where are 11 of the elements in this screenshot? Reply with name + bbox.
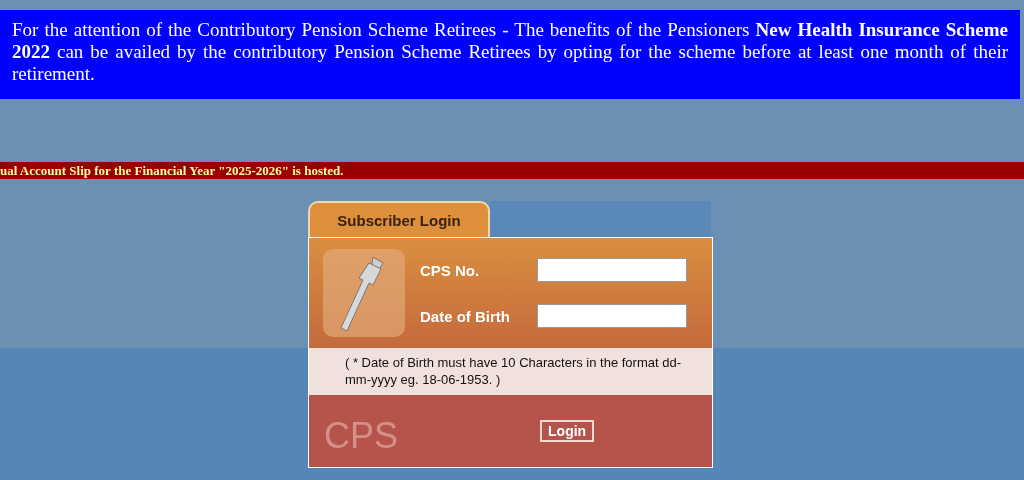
login-button[interactable]: Login	[540, 420, 595, 442]
key-icon	[323, 249, 405, 337]
field-label: Date of Birth	[420, 307, 511, 325]
hint-text: ( * Date of Birth must have 10 Characters in the format dd-mm-yyyy eg. 18-06-1953. )	[309, 348, 712, 395]
field-label: CPS No.	[420, 261, 481, 279]
login-tab[interactable]: Subscriber Login	[308, 201, 490, 237]
watermark-text: CPS	[324, 415, 399, 457]
ticker-text: ual Account Slip for the Financial Year "2025-2026" is hosted.	[0, 162, 344, 179]
notice-text: For the attention of the Contributory Pension Scheme Retirees - The benefits of the Pensioners New Health Insurance Scheme 2022 can be availed by the contributory Pension Scheme Retirees by opting for the scheme before at least one month of their retirement.	[12, 19, 1008, 84]
input-field[interactable]	[537, 304, 687, 328]
input-field[interactable]	[537, 258, 687, 282]
